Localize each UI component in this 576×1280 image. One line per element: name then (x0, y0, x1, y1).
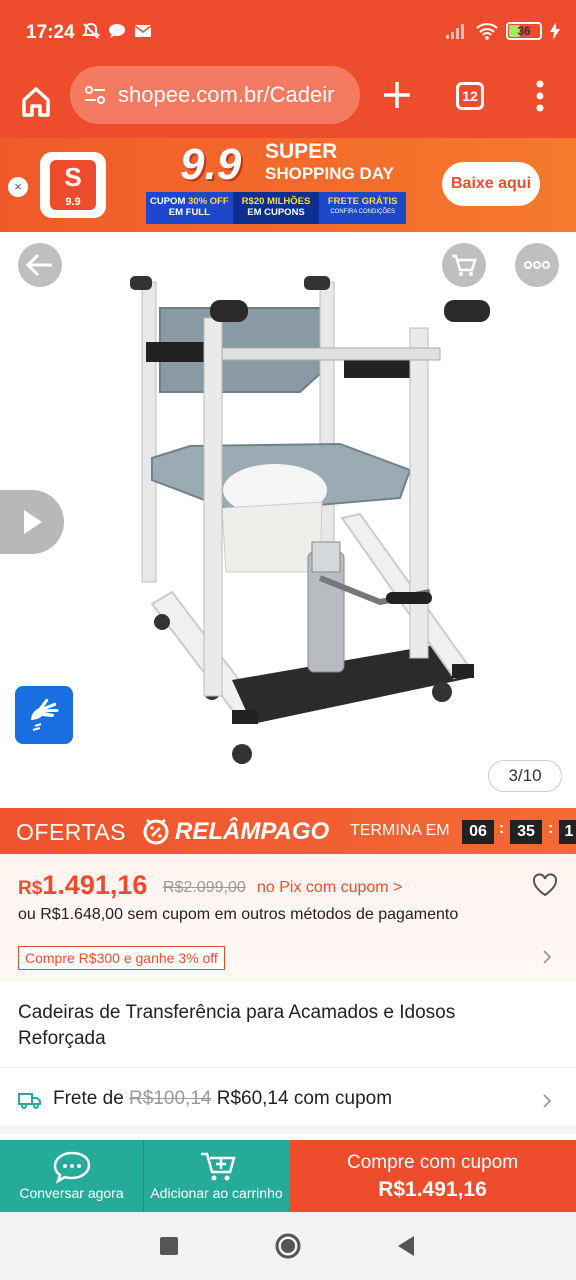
shipping-prefix: Frete de (53, 1088, 130, 1109)
alternative-price-note: ou R$1.648,00 sem cupom em outros método… (18, 906, 459, 923)
product-image[interactable] (0, 232, 576, 808)
timer-minutes: 35 (510, 820, 542, 844)
browser-toolbar: shopee.com.br/Cadeir 12 (0, 66, 576, 138)
promo-strip: CUPOM 30% OFF EM FULL R$20 MILHÕES EM CU… (146, 192, 406, 224)
strip-text: EM CUPONS (247, 207, 305, 218)
strip-text: EM FULL (168, 207, 210, 218)
system-nav-bar (0, 1212, 576, 1280)
shipping-new-price: R$60,14 com cupom (211, 1088, 393, 1109)
sign-language-icon (31, 698, 59, 731)
flash-discount-icon (143, 819, 169, 845)
product-title-section: Cadeiras de Transferência para Acamados … (0, 982, 576, 1068)
price-section: R$1.491,16 R$2.099,00 no Pix com cupom >… (0, 854, 576, 982)
chevron-right-icon[interactable] (540, 950, 554, 964)
more-options-button[interactable] (515, 243, 559, 287)
add-to-cart-button[interactable]: Adicionar ao carrinho (144, 1140, 289, 1212)
cart-button[interactable] (442, 243, 486, 287)
arrow-left-icon (25, 253, 52, 277)
system-icons: 36 (446, 22, 560, 40)
strip-highlight: FRETE GRÁTIS (327, 196, 398, 207)
shipping-row[interactable]: Frete de R$100,14 R$60,14 com cupom (0, 1068, 576, 1134)
flash-sale-bar: OFERTAS RELÂMPAGO TERMINA EM 06 : 35 : 1 (0, 808, 576, 854)
logo-label: 9.9 (65, 196, 81, 208)
chat-bubble-icon (109, 24, 125, 38)
more-horiz-icon (524, 261, 550, 269)
more-vert-icon[interactable] (530, 78, 550, 114)
new-tab-icon[interactable] (380, 78, 414, 112)
strip-highlight: 20 MILHÕES (253, 196, 311, 207)
shipping-old-price: R$100,14 (129, 1088, 212, 1109)
accessibility-button[interactable] (15, 686, 73, 744)
strip-highlight: 30% OFF (188, 196, 229, 207)
promo-headline-2: SHOPPING DAY (265, 164, 394, 183)
price-value: 1.491,16 (42, 870, 148, 900)
price-currency: R$ (18, 878, 43, 899)
promo-banner[interactable]: S 9.9 9.9 SUPER SHOPPING DAY CUPOM 30% O… (0, 138, 576, 232)
truck-icon (18, 1093, 41, 1109)
shopee-bag-icon: S 9.9 (50, 160, 96, 210)
promo-strip-item: R$20 MILHÕES EM CUPONS (232, 192, 320, 224)
strip-text: CUPOM (150, 196, 188, 207)
bottom-action-bar: Conversar agora Adicionar ao carrinho Co… (0, 1140, 576, 1212)
heart-icon[interactable] (531, 871, 559, 899)
promo-headline-number: 9.9 (180, 140, 242, 189)
url-bar[interactable]: shopee.com.br/Cadeir (70, 66, 360, 124)
back-triangle-icon[interactable] (396, 1235, 416, 1257)
status-time: 17:24 (26, 22, 75, 43)
cart-icon (452, 254, 477, 276)
timer-seconds: 1 (559, 820, 576, 844)
site-settings-icon[interactable] (84, 84, 106, 106)
buy-price: R$1.491,16 (378, 1178, 487, 1201)
bell-muted-icon (82, 22, 100, 39)
pix-coupon-link[interactable]: no Pix com cupom > (257, 879, 402, 897)
wifi-icon (476, 23, 498, 40)
strip-highlight: R$ (241, 196, 254, 207)
play-icon (24, 510, 42, 534)
voucher-tag[interactable]: Compre R$300 e ganhe 3% off (18, 946, 225, 970)
flash-ends-label: TERMINA EM (350, 822, 450, 839)
shopee-app-logo: S 9.9 (40, 152, 106, 218)
chevron-right-icon[interactable] (540, 1094, 554, 1108)
original-price: R$2.099,00 (163, 879, 246, 896)
download-app-button[interactable]: Baixe aqui (442, 162, 540, 206)
battery-percent: 36 (517, 24, 531, 38)
chat-icon (53, 1151, 91, 1184)
current-price: R$1.491,16 (18, 870, 147, 901)
timer-separator: : (499, 820, 505, 837)
product-title: Cadeiras de Transferência para Acamados … (18, 1002, 456, 1049)
home-circle-icon[interactable] (274, 1232, 302, 1260)
timer-separator: : (548, 820, 554, 837)
buy-title: Compre com cupom (346, 1152, 519, 1173)
mail-icon (134, 25, 152, 37)
home-icon[interactable] (16, 82, 56, 122)
product-gallery[interactable]: 3/10 (0, 232, 576, 808)
recents-icon[interactable] (159, 1236, 179, 1256)
battery-indicator: 36 (506, 22, 542, 40)
strip-text: CONFIRA CONDIÇÕES (330, 209, 396, 215)
promo-strip-item: CUPOM 30% OFF EM FULL (146, 192, 233, 224)
flash-relampago-label: RELÂMPAGO (175, 818, 330, 845)
close-banner-button[interactable]: × (8, 177, 28, 197)
url-text: shopee.com.br/Cadeir (118, 82, 335, 107)
status-bar: 17:24 36 (0, 0, 576, 66)
buy-with-coupon-button[interactable]: Compre com cupom R$1.491,16 (289, 1140, 576, 1212)
tab-switcher-button[interactable]: 12 (456, 82, 484, 110)
timer-hours: 06 (462, 820, 494, 844)
video-play-button[interactable] (0, 490, 64, 554)
notification-icons (82, 22, 152, 40)
add-cart-icon (201, 1152, 236, 1181)
add-to-cart-label: Adicionar ao carrinho (150, 1185, 283, 1201)
promo-strip-item: FRETE GRÁTIS CONFIRA CONDIÇÕES (319, 192, 406, 224)
promo-headline-1: SUPER (265, 140, 338, 163)
flash-ofertas-label: OFERTAS (16, 819, 126, 845)
charging-icon (550, 22, 560, 40)
shipping-text: Frete de R$100,14 R$60,14 com cupom (53, 1088, 392, 1110)
signal-icon (446, 24, 464, 39)
chat-now-label: Conversar agora (19, 1185, 124, 1201)
chat-now-button[interactable]: Conversar agora (0, 1140, 144, 1212)
image-counter: 3/10 (488, 760, 562, 792)
back-button[interactable] (18, 243, 62, 287)
